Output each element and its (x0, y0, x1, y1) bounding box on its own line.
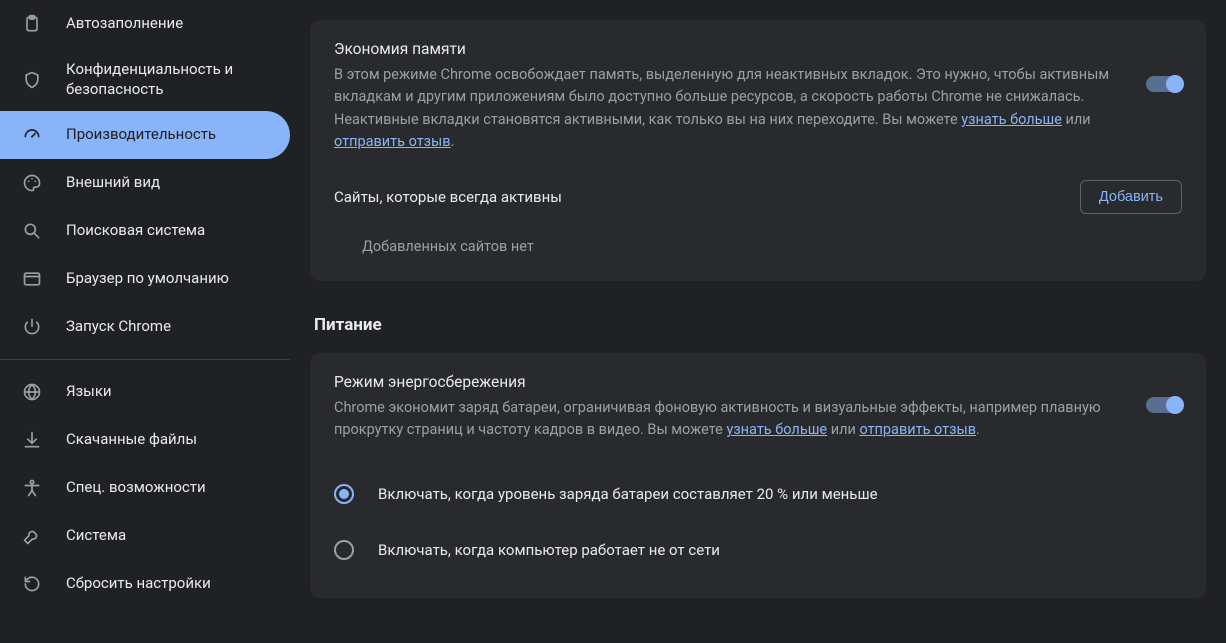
sidebar-item-label: Сбросить настройки (66, 574, 211, 594)
memory-saver-feedback-link[interactable]: отправить отзыв (334, 133, 451, 150)
energy-saver-option-battery-low[interactable]: Включать, когда уровень заряда батареи с… (334, 466, 1182, 522)
sidebar-item-label: Браузер по умолчанию (66, 269, 229, 289)
sidebar-item-label: Скачанные файлы (66, 430, 197, 450)
energy-saver-learn-more-link[interactable]: узнать больше (726, 421, 827, 438)
sidebar-item-performance[interactable]: Производительность (0, 111, 290, 159)
download-icon (22, 430, 42, 450)
globe-icon (22, 382, 42, 402)
reset-icon (22, 574, 42, 594)
memory-saver-toggle[interactable] (1146, 76, 1182, 92)
sidebar-item-privacy[interactable]: Конфиденциальность и безопасность (0, 48, 290, 111)
power-section-heading: Питание (314, 315, 1206, 335)
energy-saver-text: Режим энергосбережения Chrome экономит з… (334, 373, 1126, 442)
clipboard-icon (22, 14, 42, 34)
speedometer-icon (22, 125, 42, 145)
sidebar-item-accessibility[interactable]: Спец. возможности (0, 464, 290, 512)
radio-label: Включать, когда компьютер работает не от… (378, 541, 720, 559)
sidebar-item-label: Конфиденциальность и безопасность (66, 60, 270, 99)
memory-saver-setting: Экономия памяти В этом режиме Chrome осв… (334, 40, 1182, 154)
settings-sidebar: Автозаполнение Конфиденциальность и безо… (0, 0, 290, 643)
energy-saver-options: Включать, когда уровень заряда батареи с… (334, 466, 1182, 578)
sidebar-item-default-browser[interactable]: Браузер по умолчанию (0, 255, 290, 303)
sidebar-item-label: Система (66, 526, 126, 546)
sidebar-item-system[interactable]: Система (0, 512, 290, 560)
energy-saver-option-unplugged[interactable]: Включать, когда компьютер работает не от… (334, 522, 1182, 578)
sidebar-item-label: Производительность (66, 125, 216, 145)
always-active-sites-title: Сайты, которые всегда активны (334, 188, 562, 206)
sidebar-item-downloads[interactable]: Скачанные файлы (0, 416, 290, 464)
sidebar-item-autofill[interactable]: Автозаполнение (0, 0, 290, 48)
sidebar-item-label: Языки (66, 382, 112, 402)
power-icon (22, 317, 42, 337)
energy-saver-description: Chrome экономит заряд батареи, ограничив… (334, 397, 1126, 442)
always-active-sites-row: Сайты, которые всегда активны Добавить (334, 180, 1182, 214)
always-active-sites-empty: Добавленных сайтов нет (362, 238, 1182, 255)
memory-saver-description: В этом режиме Chrome освобождает память,… (334, 64, 1126, 154)
memory-saver-learn-more-link[interactable]: узнать больше (961, 111, 1062, 128)
search-icon (22, 221, 42, 241)
sidebar-item-search-engine[interactable]: Поисковая система (0, 207, 290, 255)
wrench-icon (22, 526, 42, 546)
palette-icon (22, 173, 42, 193)
browser-icon (22, 269, 42, 289)
energy-saver-title: Режим энергосбережения (334, 373, 1126, 391)
memory-saver-title: Экономия памяти (334, 40, 1126, 58)
memory-saver-text: Экономия памяти В этом режиме Chrome осв… (334, 40, 1126, 154)
radio-unchecked-icon (334, 540, 354, 560)
shield-icon (22, 70, 42, 90)
sidebar-item-label: Спец. возможности (66, 478, 206, 498)
sidebar-item-startup[interactable]: Запуск Chrome (0, 303, 290, 351)
sidebar-divider (0, 359, 290, 360)
sidebar-item-label: Автозаполнение (66, 14, 183, 34)
sidebar-item-label: Поисковая система (66, 221, 205, 241)
settings-main: Экономия памяти В этом режиме Chrome осв… (290, 0, 1226, 643)
energy-saver-card: Режим энергосбережения Chrome экономит з… (310, 353, 1206, 598)
add-site-button[interactable]: Добавить (1080, 180, 1182, 214)
memory-saver-card: Экономия памяти В этом режиме Chrome осв… (310, 20, 1206, 281)
energy-saver-feedback-link[interactable]: отправить отзыв (859, 421, 976, 438)
energy-saver-toggle[interactable] (1146, 397, 1182, 413)
sidebar-item-label: Запуск Chrome (66, 317, 171, 337)
sidebar-item-label: Внешний вид (66, 173, 160, 193)
radio-checked-icon (334, 484, 354, 504)
energy-saver-setting: Режим энергосбережения Chrome экономит з… (334, 373, 1182, 442)
sidebar-item-reset[interactable]: Сбросить настройки (0, 560, 290, 608)
sidebar-item-appearance[interactable]: Внешний вид (0, 159, 290, 207)
radio-label: Включать, когда уровень заряда батареи с… (378, 485, 878, 503)
accessibility-icon (22, 478, 42, 498)
sidebar-item-languages[interactable]: Языки (0, 368, 290, 416)
